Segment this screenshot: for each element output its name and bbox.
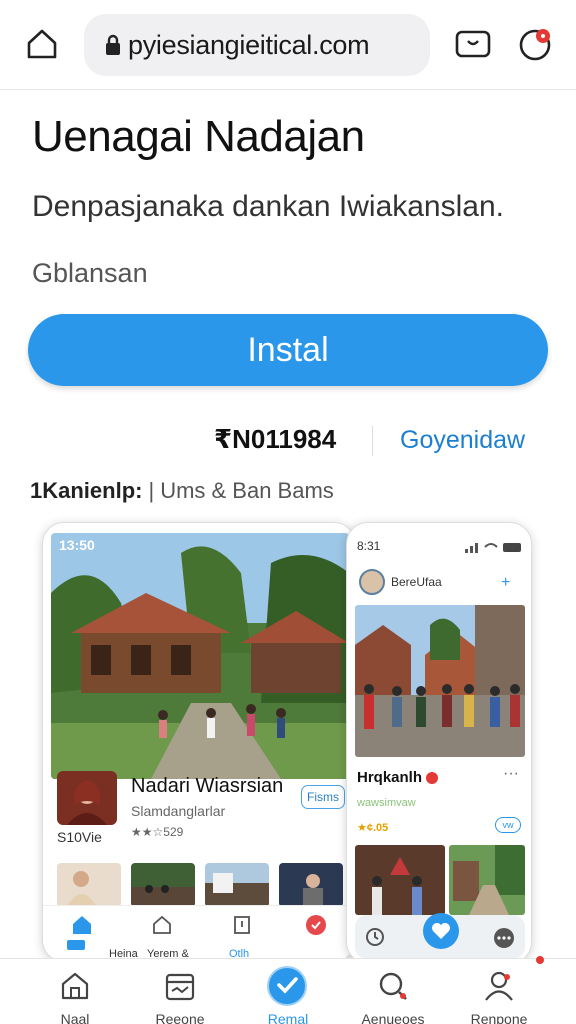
card-avatar xyxy=(57,771,117,825)
thumbnail xyxy=(355,845,445,915)
nav-item-profile[interactable]: Renpone xyxy=(444,959,554,1024)
post-pill[interactable]: vw xyxy=(495,817,521,833)
nav-label: Reeone xyxy=(155,1011,205,1024)
post-title: Hrqkanlh xyxy=(357,769,439,786)
card-title: Nadari Wiasrsian xyxy=(131,775,284,797)
stat-divider xyxy=(372,426,373,456)
chat-icon xyxy=(494,928,514,948)
house-outline-icon xyxy=(153,915,171,934)
meta-key: 1Kanienlp: xyxy=(30,478,143,503)
heart-check-icon xyxy=(267,966,307,1006)
nav-item-remal[interactable]: Remal xyxy=(233,959,343,1024)
status-icons xyxy=(465,543,521,553)
bottom-navigation: Naal Reeone Remal Aenueoes Renpone xyxy=(0,958,576,1024)
nav-item-calendar[interactable]: Reeone xyxy=(125,959,235,1024)
thumbnail xyxy=(449,845,525,915)
address-bar[interactable]: pyiesiangieitical.com xyxy=(84,14,430,76)
clock-icon xyxy=(366,928,384,946)
nav-label: Naal xyxy=(60,1011,90,1024)
app-title: Uenagai Nadajan xyxy=(32,112,365,161)
thumbnail xyxy=(57,863,121,907)
avatar xyxy=(359,569,385,595)
nav-label: Aenueoes xyxy=(361,1011,425,1024)
calendar-icon xyxy=(165,973,195,1001)
app-category: Gblansan xyxy=(32,258,148,288)
nav-label: Renpone xyxy=(470,1011,528,1024)
screenshot-preview-2[interactable]: 8:31 BereUfaa + Hrqkanlh ··· wawsimvaw ★… xyxy=(346,522,532,964)
card-subtitle: Slamdanglarlar xyxy=(131,803,226,819)
meta-separator: | xyxy=(148,478,155,503)
post-title-text: Hrqkanlh xyxy=(357,769,423,786)
home-icon xyxy=(61,972,89,1000)
tabs-icon[interactable] xyxy=(454,26,492,62)
install-button[interactable]: Instal xyxy=(28,314,548,386)
nav-item-search[interactable]: Aenueoes xyxy=(338,959,448,1024)
heart-fab-icon xyxy=(423,913,459,949)
thumbnail xyxy=(131,863,195,907)
more-icon[interactable]: ··· xyxy=(503,765,519,783)
home-icon[interactable] xyxy=(24,26,60,62)
url-text: pyiesiangieitical.com xyxy=(128,29,370,60)
home-icon xyxy=(73,916,91,934)
village-photo xyxy=(51,533,349,779)
active-indicator xyxy=(67,940,85,950)
verified-icon xyxy=(426,772,439,785)
browser-toolbar: pyiesiangieitical.com xyxy=(0,0,576,90)
nav-item-home[interactable]: Naal xyxy=(20,959,130,1024)
person-icon xyxy=(485,971,513,1001)
screenshot-preview-1[interactable]: 13:50 Nadari Wiasrsian Slamdanglarlar ★★… xyxy=(42,522,356,962)
profile-name: BereUfaa xyxy=(391,575,442,589)
street-photo xyxy=(355,605,525,757)
app-subtitle: Denpasjanaka dankan Iwiakanslan. xyxy=(32,190,504,223)
card-size: S10Vie xyxy=(57,829,102,845)
thumbnail-row xyxy=(57,863,347,907)
profile-icon[interactable] xyxy=(516,24,556,64)
post-subtitle: wawsimvaw xyxy=(357,797,416,809)
search-icon xyxy=(379,972,407,1000)
thumbnail xyxy=(205,863,269,907)
nav-label: Remal xyxy=(267,1011,309,1024)
thumbnail xyxy=(279,863,343,907)
lock-icon xyxy=(106,34,120,55)
card-rating: ★★☆529 xyxy=(131,825,184,839)
developer-link[interactable]: Goyenidaw xyxy=(400,426,525,455)
card-action-button[interactable]: Fisms xyxy=(301,785,345,809)
post-rating: ★¢.05 xyxy=(357,822,389,834)
document-icon xyxy=(234,916,250,934)
meta-value: Ums & Ban Bams xyxy=(160,478,334,503)
screenshot-mini-nav: Heina Yerem & Otlh xyxy=(43,905,355,961)
notification-dot xyxy=(536,956,544,964)
heart-check-icon xyxy=(306,915,326,935)
app-code: ₹N011984 xyxy=(214,424,337,454)
status-time: 8:31 xyxy=(357,539,381,553)
status-time: 13:50 xyxy=(59,537,95,553)
meta-line: 1Kanienlp: | Ums & Ban Bams xyxy=(30,478,334,504)
plus-icon: + xyxy=(501,574,511,591)
